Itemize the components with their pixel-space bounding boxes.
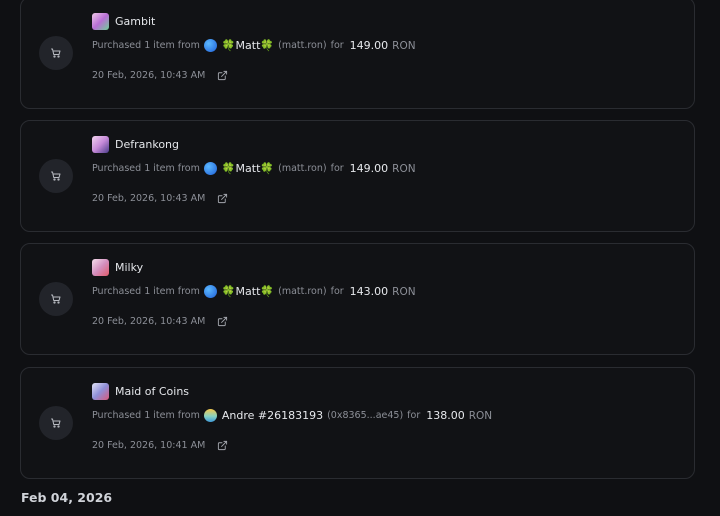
cart-icon xyxy=(39,36,73,70)
cart-icon xyxy=(39,406,73,440)
seller-avatar xyxy=(203,39,217,52)
date-row: 20 Feb, 2026, 10:43 AM xyxy=(92,70,228,81)
item-row: Milky xyxy=(92,259,143,276)
seller-avatar xyxy=(203,162,217,175)
seller-handle: (0x8365...ae45) xyxy=(327,410,404,421)
currency-label: RON xyxy=(392,39,416,52)
item-row: Maid of Coins xyxy=(92,383,189,400)
item-name[interactable]: Defrankong xyxy=(115,138,179,151)
external-link-icon[interactable] xyxy=(217,440,228,451)
for-label: for xyxy=(330,40,344,51)
purchase-detail: Purchased 1 item from Andre #26183193 (0… xyxy=(92,409,492,422)
cart-icon xyxy=(39,282,73,316)
currency-label: RON xyxy=(392,285,416,298)
item-thumbnail xyxy=(92,259,109,276)
for-label: for xyxy=(407,410,421,421)
section-date-heading: Feb 04, 2026 xyxy=(21,490,113,505)
purchase-prefix: Purchased 1 item from xyxy=(92,410,200,421)
purchase-card: Defrankong Purchased 1 item from 🍀Matt🍀 … xyxy=(20,120,695,232)
external-link-icon[interactable] xyxy=(217,70,228,81)
purchase-date: 20 Feb, 2026, 10:43 AM xyxy=(92,193,206,204)
purchase-prefix: Purchased 1 item from xyxy=(92,286,200,297)
purchase-detail: Purchased 1 item from 🍀Matt🍀 (matt.ron) … xyxy=(92,285,416,298)
external-link-icon[interactable] xyxy=(217,316,228,327)
item-name[interactable]: Maid of Coins xyxy=(115,385,189,398)
seller-handle: (matt.ron) xyxy=(278,163,327,174)
purchase-card: Milky Purchased 1 item from 🍀Matt🍀 (matt… xyxy=(20,243,695,355)
purchase-prefix: Purchased 1 item from xyxy=(92,163,200,174)
item-name[interactable]: Gambit xyxy=(115,15,155,28)
purchase-detail: Purchased 1 item from 🍀Matt🍀 (matt.ron) … xyxy=(92,39,416,52)
purchase-card: Maid of Coins Purchased 1 item from Andr… xyxy=(20,367,695,479)
item-thumbnail xyxy=(92,136,109,153)
date-row: 20 Feb, 2026, 10:43 AM xyxy=(92,193,228,204)
seller-handle: (matt.ron) xyxy=(278,286,327,297)
for-label: for xyxy=(330,163,344,174)
seller-handle: (matt.ron) xyxy=(278,40,327,51)
currency-label: RON xyxy=(468,409,493,422)
price-value: 149.00 xyxy=(349,162,389,175)
cart-icon xyxy=(39,159,73,193)
date-row: 20 Feb, 2026, 10:41 AM xyxy=(92,440,228,451)
price-value: 143.00 xyxy=(349,285,389,298)
seller-name[interactable]: 🍀Matt🍀 xyxy=(222,162,274,175)
item-row: Gambit xyxy=(92,13,155,30)
currency-label: RON xyxy=(392,162,416,175)
seller-name[interactable]: 🍀Matt🍀 xyxy=(222,39,274,52)
purchase-detail: Purchased 1 item from 🍀Matt🍀 (matt.ron) … xyxy=(92,162,416,175)
for-label: for xyxy=(330,286,344,297)
seller-name[interactable]: Andre #26183193 xyxy=(222,409,323,422)
item-thumbnail xyxy=(92,383,109,400)
seller-avatar xyxy=(203,409,217,422)
item-row: Defrankong xyxy=(92,136,179,153)
external-link-icon[interactable] xyxy=(217,193,228,204)
seller-avatar xyxy=(203,285,217,298)
purchase-date: 20 Feb, 2026, 10:43 AM xyxy=(92,70,206,81)
price-value: 138.00 xyxy=(426,409,465,422)
purchase-prefix: Purchased 1 item from xyxy=(92,40,200,51)
date-row: 20 Feb, 2026, 10:43 AM xyxy=(92,316,228,327)
purchase-date: 20 Feb, 2026, 10:41 AM xyxy=(92,440,206,451)
price-value: 149.00 xyxy=(349,39,389,52)
item-thumbnail xyxy=(92,13,109,30)
seller-name[interactable]: 🍀Matt🍀 xyxy=(222,285,274,298)
purchase-card: Gambit Purchased 1 item from 🍀Matt🍀 (mat… xyxy=(20,0,695,109)
purchase-date: 20 Feb, 2026, 10:43 AM xyxy=(92,316,206,327)
item-name[interactable]: Milky xyxy=(115,261,143,274)
